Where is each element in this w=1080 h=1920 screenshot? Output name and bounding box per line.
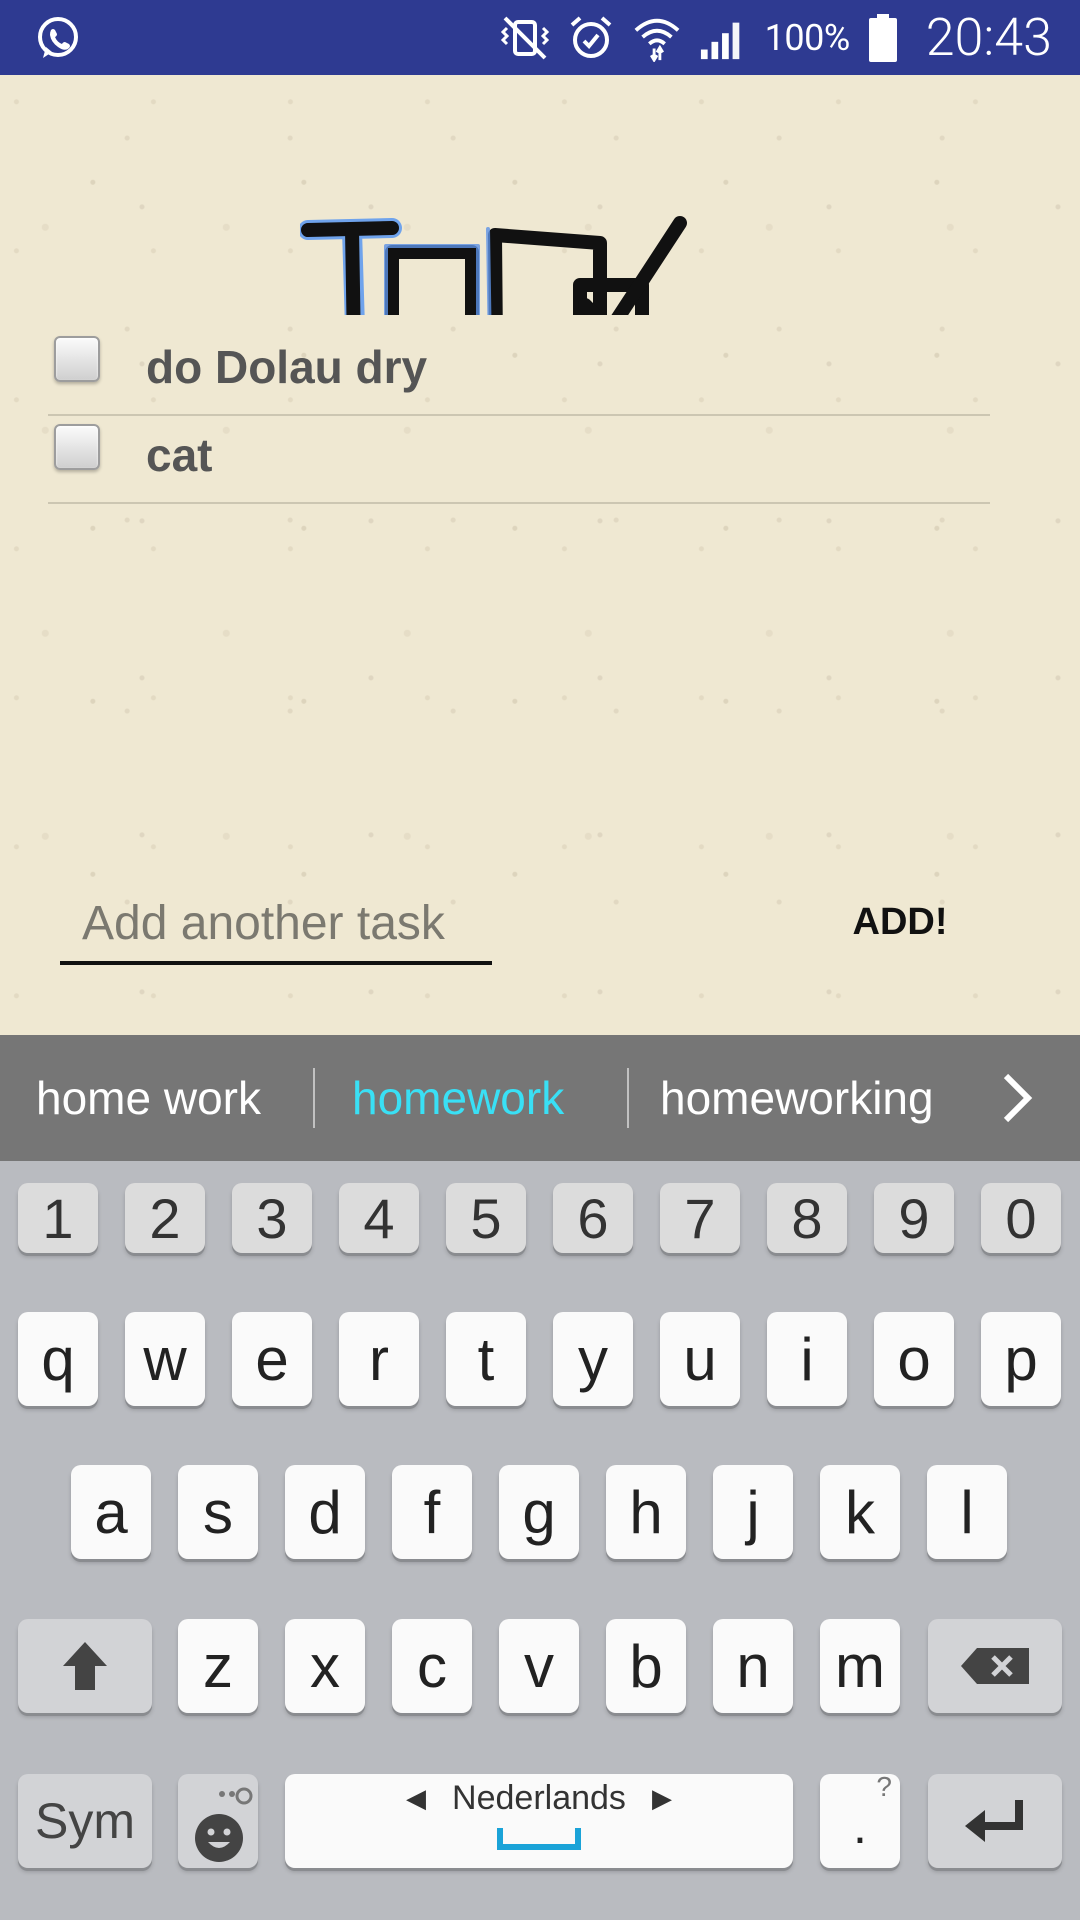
backspace-icon bbox=[961, 1648, 1029, 1684]
vibrate-mute-icon bbox=[500, 14, 549, 62]
task-row: cat bbox=[48, 416, 990, 504]
key-d[interactable]: d bbox=[285, 1465, 365, 1559]
key-7[interactable]: 7 bbox=[660, 1183, 740, 1253]
todo-title-logo bbox=[298, 135, 790, 370]
soft-keyboard: 1 2 3 4 5 6 7 8 9 0 q w e r t y u i o p … bbox=[0, 1161, 1080, 1920]
sym-key[interactable]: Sym bbox=[18, 1774, 152, 1868]
key-m[interactable]: m bbox=[820, 1619, 900, 1713]
key-e[interactable]: e bbox=[232, 1312, 312, 1406]
battery-icon bbox=[868, 13, 898, 62]
key-9[interactable]: 9 bbox=[874, 1183, 954, 1253]
key-4[interactable]: 4 bbox=[339, 1183, 419, 1253]
emoji-icon bbox=[195, 1787, 253, 1862]
key-b[interactable]: b bbox=[606, 1619, 686, 1713]
clock: 20:43 bbox=[925, 7, 1052, 68]
task-label: cat bbox=[146, 429, 213, 481]
task-checkbox[interactable] bbox=[54, 336, 100, 382]
key-3[interactable]: 3 bbox=[232, 1183, 312, 1253]
language-prev-icon: ◀ bbox=[406, 1782, 427, 1813]
enter-icon bbox=[965, 1800, 1023, 1842]
suggestion-item[interactable]: home work bbox=[36, 1035, 261, 1161]
key-n[interactable]: n bbox=[713, 1619, 793, 1713]
key-1[interactable]: 1 bbox=[18, 1183, 98, 1253]
key-p[interactable]: p bbox=[981, 1312, 1061, 1406]
key-8[interactable]: 8 bbox=[767, 1183, 847, 1253]
key-6[interactable]: 6 bbox=[553, 1183, 633, 1253]
shift-arrow-icon bbox=[63, 1642, 107, 1690]
enter-key[interactable] bbox=[928, 1774, 1062, 1868]
key-a[interactable]: a bbox=[71, 1465, 151, 1559]
space-icon bbox=[497, 1827, 581, 1850]
space-key[interactable]: ◀ Nederlands ▶ bbox=[285, 1774, 793, 1868]
chevron-right-icon[interactable] bbox=[990, 1070, 1046, 1126]
key-x[interactable]: x bbox=[285, 1619, 365, 1713]
key-j[interactable]: j bbox=[713, 1465, 793, 1559]
key-z[interactable]: z bbox=[178, 1619, 258, 1713]
key-5[interactable]: 5 bbox=[446, 1183, 526, 1253]
suggestion-divider bbox=[313, 1068, 315, 1128]
key-h[interactable]: h bbox=[606, 1465, 686, 1559]
key-q[interactable]: q bbox=[18, 1312, 98, 1406]
shift-key[interactable] bbox=[18, 1619, 152, 1713]
suggestion-divider bbox=[627, 1068, 629, 1128]
key-s[interactable]: s bbox=[178, 1465, 258, 1559]
key-0[interactable]: 0 bbox=[981, 1183, 1061, 1253]
language-label: Nederlands bbox=[452, 1778, 626, 1817]
task-label: do Dolau dry bbox=[146, 341, 428, 393]
period-alt-label: ? bbox=[876, 1771, 892, 1802]
suggestion-item-primary[interactable]: homework bbox=[352, 1035, 564, 1161]
battery-percent: 100% bbox=[764, 16, 851, 59]
key-r[interactable]: r bbox=[339, 1312, 419, 1406]
period-label: . bbox=[853, 1798, 867, 1854]
key-f[interactable]: f bbox=[392, 1465, 472, 1559]
task-checkbox[interactable] bbox=[54, 424, 100, 470]
key-y[interactable]: y bbox=[553, 1312, 633, 1406]
key-i[interactable]: i bbox=[767, 1312, 847, 1406]
key-c[interactable]: c bbox=[392, 1619, 472, 1713]
key-u[interactable]: u bbox=[660, 1312, 740, 1406]
status-bar: 100% 20:43 bbox=[0, 0, 1080, 75]
key-v[interactable]: v bbox=[499, 1619, 579, 1713]
key-g[interactable]: g bbox=[499, 1465, 579, 1559]
wifi-icon bbox=[633, 14, 681, 62]
key-w[interactable]: w bbox=[125, 1312, 205, 1406]
key-2[interactable]: 2 bbox=[125, 1183, 205, 1253]
alarm-icon bbox=[567, 14, 615, 62]
suggestion-item[interactable]: homeworking bbox=[660, 1035, 934, 1161]
backspace-key[interactable] bbox=[928, 1619, 1062, 1713]
suggestion-strip: home work homework homeworking bbox=[0, 1035, 1080, 1161]
emoji-key[interactable] bbox=[178, 1774, 258, 1868]
period-key[interactable]: ? . bbox=[820, 1771, 900, 1868]
whatsapp-icon bbox=[34, 14, 82, 62]
key-k[interactable]: k bbox=[820, 1465, 900, 1559]
signal-icon bbox=[699, 14, 747, 62]
task-row: do Dolau dry bbox=[48, 328, 990, 416]
language-next-icon: ▶ bbox=[651, 1782, 672, 1813]
new-task-input[interactable] bbox=[82, 891, 482, 955]
key-l[interactable]: l bbox=[927, 1465, 1007, 1559]
add-task-button[interactable]: ADD! bbox=[830, 887, 970, 957]
task-input-container bbox=[60, 885, 492, 965]
key-o[interactable]: o bbox=[874, 1312, 954, 1406]
key-t[interactable]: t bbox=[446, 1312, 526, 1406]
todo-app: do Dolau dry cat ADD! bbox=[0, 75, 1080, 1035]
